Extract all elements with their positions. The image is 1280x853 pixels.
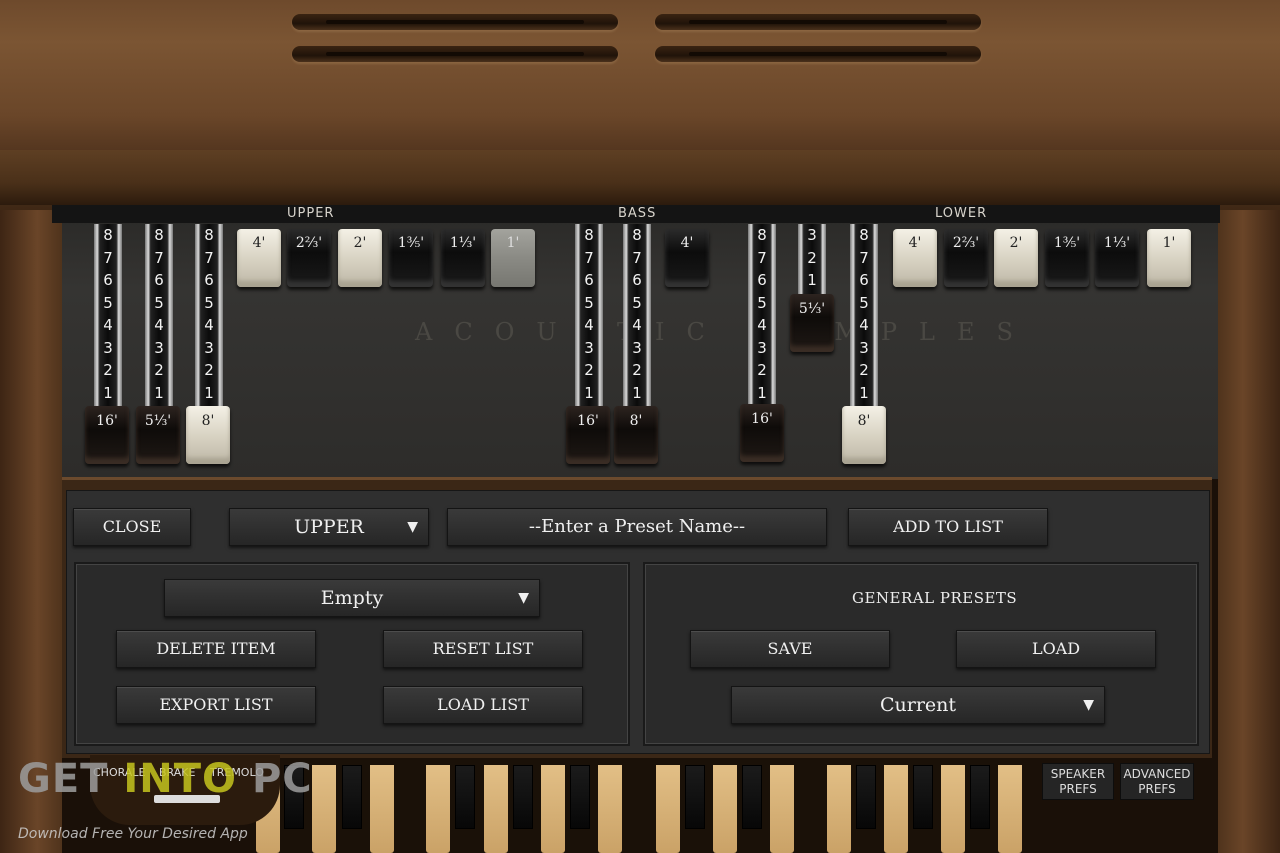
drawbar-scale: 87654321: [584, 226, 594, 402]
keyboard-key[interactable]: [426, 765, 450, 853]
drawbar-tab-upper-2-2-3[interactable]: 2⅔': [287, 229, 331, 287]
brand-watermark: ACOUSTIC SAMPLES: [415, 318, 1035, 346]
preset-name-input[interactable]: --Enter a Preset Name--: [447, 508, 827, 546]
general-preset-select-value: Current: [879, 694, 957, 716]
load-button[interactable]: LOAD: [956, 630, 1156, 668]
drawbar-knob-upper-8[interactable]: 8': [186, 406, 230, 464]
drawbar-upper-5-1-3[interactable]: 87654321: [145, 224, 173, 410]
keyboard-key[interactable]: [770, 765, 794, 853]
drawbar-tab-bass-4[interactable]: 4': [665, 229, 709, 287]
drawbar-tab-upper-1-3-5[interactable]: 1⅗': [389, 229, 433, 287]
drawbar-tab-lower-1[interactable]: 1': [1147, 229, 1191, 287]
keyboard-key[interactable]: [998, 765, 1022, 853]
general-preset-select[interactable]: Current ▼: [731, 686, 1105, 724]
keyboard-key-black[interactable]: [742, 765, 762, 829]
load-list-button[interactable]: LOAD LIST: [383, 686, 583, 724]
drawbar-upper-16[interactable]: 87654321: [94, 224, 122, 410]
drawbar-knob-lower-5-1-3[interactable]: 5⅓': [790, 294, 834, 352]
speaker-vent: [655, 14, 981, 30]
drawbar-lower-5-1-3[interactable]: 321: [798, 224, 826, 296]
cabinet-top: [0, 0, 1280, 210]
keyboard-key[interactable]: [312, 765, 336, 853]
drawbar-bass-16[interactable]: 87654321: [575, 224, 603, 410]
drawbar-knob-upper-5-1-3[interactable]: 5⅓': [136, 406, 180, 464]
add-to-list-button[interactable]: ADD TO LIST: [848, 508, 1048, 546]
drawbar-tab-upper-4[interactable]: 4': [237, 229, 281, 287]
drawbar-tab-lower-4[interactable]: 4': [893, 229, 937, 287]
delete-item-button[interactable]: DELETE ITEM: [116, 630, 316, 668]
dropdown-arrow-icon: ▼: [1083, 697, 1094, 713]
drawbar-knob-upper-16[interactable]: 16': [85, 406, 129, 464]
keyboard-key-black[interactable]: [970, 765, 990, 829]
drawbar-scale: 87654321: [154, 226, 164, 402]
drawbar-knob-lower-16[interactable]: 16': [740, 404, 784, 462]
drawbar-scale: 87654321: [757, 226, 767, 402]
speaker-prefs-label-2: PREFS: [1059, 782, 1097, 796]
drawbar-tab-upper-1-1-3[interactable]: 1⅓': [441, 229, 485, 287]
speaker-prefs-label-1: SPEAKER: [1050, 767, 1106, 781]
preset-list-select-value: Empty: [320, 587, 384, 609]
drawbar-knob-bass-8[interactable]: 8': [614, 406, 658, 464]
advanced-prefs-label-2: PREFS: [1138, 782, 1176, 796]
keyboard-key[interactable]: [884, 765, 908, 853]
dropdown-arrow-icon: ▼: [518, 590, 529, 606]
drawbar-scale: 87654321: [859, 226, 869, 402]
drawbar-tab-lower-1-3-5[interactable]: 1⅗': [1045, 229, 1089, 287]
drawbar-bass-8[interactable]: 87654321: [623, 224, 651, 410]
drawbar-upper-8[interactable]: 87654321: [195, 224, 223, 410]
keyboard-key[interactable]: [713, 765, 737, 853]
close-button[interactable]: CLOSE: [73, 508, 191, 546]
keyboard-key[interactable]: [598, 765, 622, 853]
drawbar-scale: 87654321: [204, 226, 214, 402]
keyboard-key-black[interactable]: [685, 765, 705, 829]
keyboard-key[interactable]: [941, 765, 965, 853]
section-label-lower: LOWER: [935, 206, 988, 221]
keyboard-key-black[interactable]: [570, 765, 590, 829]
drawbar-scale: 87654321: [103, 226, 113, 402]
drawbar-lower-16[interactable]: 87654321: [748, 224, 776, 410]
drawbar-tab-lower-1-1-3[interactable]: 1⅓': [1095, 229, 1139, 287]
keyboard-key-black[interactable]: [513, 765, 533, 829]
speaker-prefs-button[interactable]: SPEAKER PREFS: [1042, 763, 1114, 800]
general-presets-title: GENERAL PRESETS: [852, 589, 1018, 607]
drawbar-knob-lower-8[interactable]: 8': [842, 406, 886, 464]
keyboard-key-black[interactable]: [913, 765, 933, 829]
reset-list-button[interactable]: RESET LIST: [383, 630, 583, 668]
dropdown-arrow-icon: ▼: [407, 519, 418, 535]
export-list-button[interactable]: EXPORT LIST: [116, 686, 316, 724]
drawbar-tab-lower-2[interactable]: 2': [994, 229, 1038, 287]
drawbar-scale: 321: [807, 226, 817, 289]
manual-select-value: UPPER: [294, 516, 364, 538]
drawbar-tab-lower-2-2-3[interactable]: 2⅔': [944, 229, 988, 287]
preset-list-select[interactable]: Empty ▼: [164, 579, 540, 617]
keyboard-key-black[interactable]: [856, 765, 876, 829]
save-button[interactable]: SAVE: [690, 630, 890, 668]
keyboard-key-black[interactable]: [455, 765, 475, 829]
advanced-prefs-label-1: ADVANCED: [1123, 767, 1191, 781]
keyboard-key[interactable]: [827, 765, 851, 853]
section-label-upper: UPPER: [287, 206, 335, 221]
site-watermark-tagline: Download Free Your Desired App: [18, 826, 248, 842]
keyboard-key-black[interactable]: [342, 765, 362, 829]
manual-select[interactable]: UPPER ▼: [229, 508, 429, 546]
keyboard-key[interactable]: [656, 765, 680, 853]
speaker-vent: [292, 46, 618, 62]
keyboard-key[interactable]: [370, 765, 394, 853]
keyboard-key[interactable]: [541, 765, 565, 853]
advanced-prefs-button[interactable]: ADVANCED PREFS: [1120, 763, 1194, 800]
drawbar-lower-8[interactable]: 87654321: [850, 224, 878, 410]
drawbar-scale: 87654321: [632, 226, 642, 402]
speaker-vent: [655, 46, 981, 62]
drawbar-tab-upper-2[interactable]: 2': [338, 229, 382, 287]
site-watermark-logo: GET INTO PC: [18, 756, 313, 802]
drawbar-knob-bass-16[interactable]: 16': [566, 406, 610, 464]
keyboard-key[interactable]: [484, 765, 508, 853]
section-label-bass: BASS: [618, 206, 657, 221]
drawbar-tab-upper-1[interactable]: 1': [491, 229, 535, 287]
speaker-vent: [292, 14, 618, 30]
